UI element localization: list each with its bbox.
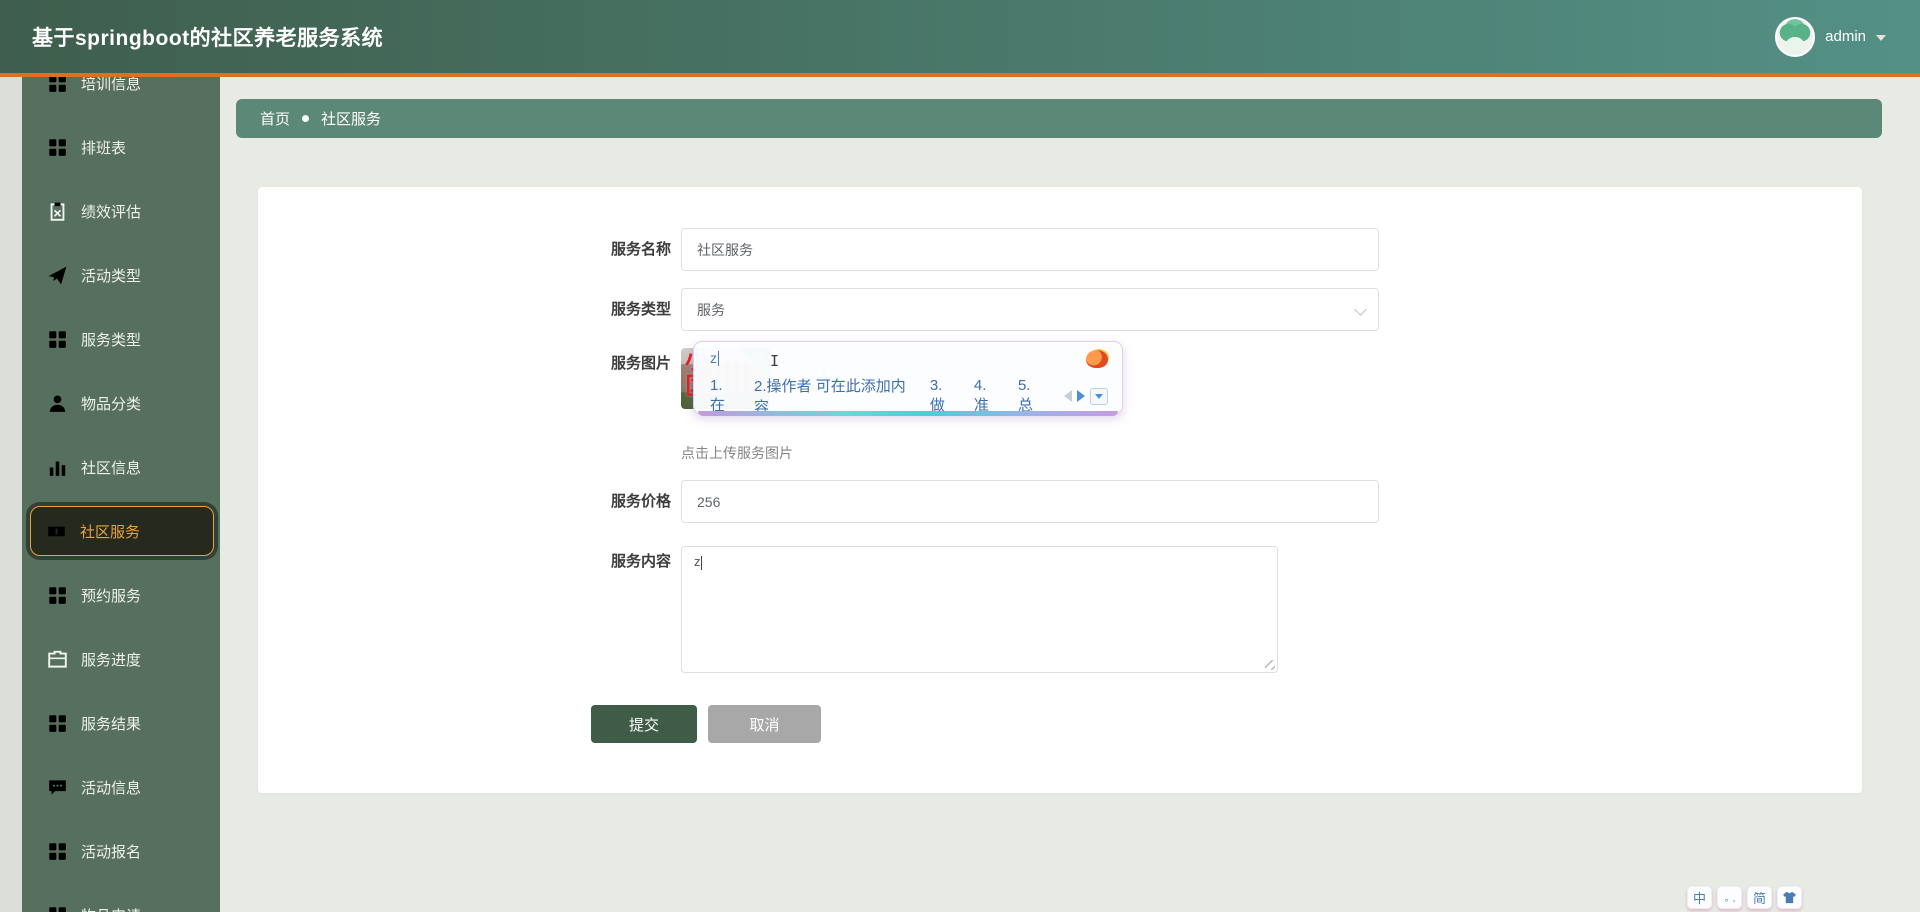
- ime-candidate[interactable]: 2.操作者 可在此添加内容: [754, 375, 912, 417]
- text-caret: [700, 555, 702, 570]
- service-name-label: 服务名称: [610, 241, 671, 258]
- service-type-row: 服务类型: [591, 288, 1862, 331]
- sidebar-item-booking-service[interactable]: 预约服务: [22, 580, 220, 610]
- sidebar-item-label: 预约服务: [81, 587, 142, 605]
- sidebar-item-label: 活动信息: [81, 779, 142, 797]
- ime-skin-button[interactable]: [1777, 886, 1802, 909]
- grid-icon: [48, 714, 67, 733]
- sidebar-item-label: 社区信息: [81, 459, 142, 477]
- ime-candidate[interactable]: 5.总: [1018, 377, 1044, 415]
- ime-status-toolbar: 中 。, 简: [1687, 886, 1802, 909]
- grid-icon: [48, 138, 67, 157]
- chevron-down-icon: [1876, 34, 1886, 41]
- sidebar-item-label: 服务进度: [81, 651, 142, 669]
- sidebar-item-service-progress[interactable]: 服务进度: [22, 644, 220, 674]
- grid-icon: [48, 906, 67, 912]
- sidebar-item-label: 服务结果: [81, 715, 142, 733]
- ime-candidate-popup: z I 1.在 2.操作者 可在此添加内容 3.做 4.准 5.总: [693, 341, 1123, 417]
- service-content-textarea[interactable]: z: [681, 546, 1278, 673]
- clipboard-icon: [48, 202, 67, 221]
- sidebar-item-training-info[interactable]: 培训信息: [22, 77, 220, 98]
- service-name-row: 服务名称: [591, 228, 1862, 271]
- service-form-card: 服务名称 服务类型 服务图片 小区: [258, 187, 1862, 793]
- submit-button[interactable]: 提交: [591, 705, 697, 743]
- sidebar-nav: 培训信息 排班表 绩效评估 活动类型 服务类型 物品分类 社区信息 社区服务 预…: [22, 77, 220, 912]
- sidebar-item-community-info[interactable]: 社区信息: [22, 452, 220, 482]
- ime-prev-page-icon[interactable]: [1063, 390, 1072, 402]
- breadcrumb-home[interactable]: 首页: [260, 108, 290, 129]
- sidebar-item-label: 物品分类: [81, 395, 142, 413]
- service-price-input[interactable]: [681, 480, 1379, 523]
- app-header: 基于springboot的社区养老服务系统 admin: [0, 0, 1920, 73]
- service-type-value[interactable]: [681, 288, 1379, 331]
- grid-icon: [48, 586, 67, 605]
- grid-icon: [48, 77, 67, 93]
- sidebar-item-activity-info[interactable]: 活动信息: [22, 772, 220, 802]
- person-icon: [48, 394, 67, 413]
- ime-emoji-icon[interactable]: [1086, 350, 1108, 368]
- left-edge-strip: [0, 77, 22, 912]
- sidebar-item-performance-eval[interactable]: 绩效评估: [22, 196, 220, 226]
- sidebar-item-item-category[interactable]: 物品分类: [22, 388, 220, 418]
- service-price-label: 服务价格: [610, 493, 671, 510]
- main-content: 首页 社区服务 服务名称 服务类型 服务图片: [220, 77, 1920, 912]
- grid-icon: [48, 330, 67, 349]
- service-content-row: 服务内容 z: [591, 546, 1862, 673]
- sidebar-item-label: 物品申请: [81, 905, 141, 912]
- upload-tip: 点击上传服务图片: [681, 445, 793, 461]
- grid-icon: [48, 842, 67, 861]
- ime-composition: z: [710, 350, 717, 366]
- ime-candidate[interactable]: 4.准: [974, 377, 1000, 415]
- breadcrumb: 首页 社区服务: [236, 99, 1882, 138]
- app-title: 基于springboot的社区养老服务系统: [32, 26, 384, 50]
- user-menu[interactable]: admin: [1775, 16, 1886, 57]
- sidebar-item-item-application[interactable]: 物品申请: [22, 900, 220, 912]
- ticket-icon: [47, 522, 66, 541]
- service-price-row: 服务价格: [591, 480, 1862, 523]
- sidebar-item-label: 排班表: [81, 139, 127, 157]
- sidebar-item-activity-signup[interactable]: 活动报名: [22, 836, 220, 866]
- sidebar-item-community-service[interactable]: 社区服务: [30, 506, 214, 556]
- username-label: admin: [1825, 28, 1866, 45]
- ime-more-button[interactable]: [1089, 387, 1108, 405]
- sidebar-item-label: 培训信息: [81, 77, 142, 93]
- chat-icon: [48, 778, 67, 797]
- breadcrumb-current: 社区服务: [321, 111, 382, 128]
- ibeam-cursor: I: [770, 352, 780, 370]
- ime-next-page-icon[interactable]: [1076, 390, 1085, 402]
- briefcase-icon: [48, 650, 67, 669]
- service-type-label: 服务类型: [610, 301, 671, 318]
- sidebar-item-label: 活动类型: [81, 267, 142, 285]
- service-image-label: 服务图片: [610, 355, 671, 372]
- sidebar-item-activity-type[interactable]: 活动类型: [22, 260, 220, 290]
- sidebar-item-service-result[interactable]: 服务结果: [22, 708, 220, 738]
- sidebar-item-label: 服务类型: [81, 331, 142, 349]
- bar-chart-icon: [48, 458, 67, 477]
- service-type-select[interactable]: [681, 288, 1379, 331]
- avatar[interactable]: [1775, 16, 1816, 57]
- shirt-icon: [1782, 891, 1797, 904]
- sidebar-item-label: 绩效评估: [81, 203, 142, 221]
- form-actions: 提交 取消: [591, 705, 1862, 743]
- ime-simplified-toggle[interactable]: 简: [1747, 886, 1772, 909]
- ime-candidate[interactable]: 1.在: [710, 377, 736, 415]
- cancel-button[interactable]: 取消: [708, 705, 821, 743]
- sidebar-item-schedule[interactable]: 排班表: [22, 132, 220, 162]
- sidebar-item-label: 活动报名: [81, 843, 142, 861]
- paper-plane-icon: [48, 266, 67, 285]
- sidebar-item-label: 社区服务: [80, 523, 141, 541]
- ime-candidate[interactable]: 3.做: [930, 377, 956, 415]
- chevron-down-icon: [1094, 393, 1103, 399]
- ime-caret: [718, 350, 719, 366]
- sidebar-item-service-type[interactable]: 服务类型: [22, 324, 220, 354]
- ime-punct-toggle[interactable]: 。,: [1717, 886, 1742, 909]
- service-content-label: 服务内容: [610, 553, 671, 570]
- breadcrumb-dot-icon: [302, 115, 310, 122]
- service-name-input[interactable]: [681, 228, 1379, 271]
- ime-lang-toggle[interactable]: 中: [1687, 886, 1712, 909]
